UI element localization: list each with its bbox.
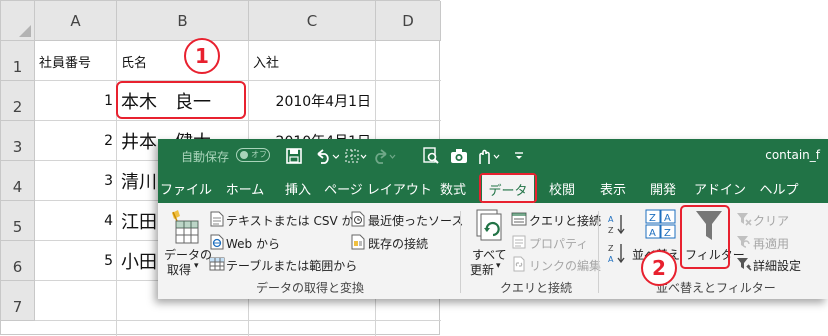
tab-addins[interactable]: アドイン — [694, 173, 746, 203]
sort-ascending-icon[interactable]: AZ — [608, 213, 626, 239]
cell-a1[interactable]: 社員番号 — [35, 41, 116, 81]
svg-text:A: A — [608, 255, 614, 264]
excel-ribbon-window: 自動保存 オフ contain_f ファイル ホーム 挿入 ページ レイアウト … — [158, 139, 828, 299]
row-header-6[interactable]: 6 — [1, 241, 35, 281]
svg-text:A: A — [649, 228, 656, 239]
edit-links-icon — [511, 256, 527, 276]
cell-a3[interactable]: 2 — [35, 121, 116, 161]
tab-view[interactable]: 表示 — [598, 173, 628, 203]
refresh-all-dropdown-icon[interactable]: ▾ — [496, 261, 501, 271]
existing-connections-button[interactable]: 既存の接続 — [368, 235, 428, 252]
redo-icon — [373, 147, 397, 165]
group-label-sort-filter: 並べ替えとフィルター — [656, 281, 776, 295]
autosave-label: 自動保存 — [181, 150, 230, 164]
print-preview-icon[interactable] — [422, 147, 440, 165]
tab-file[interactable]: ファイル — [160, 173, 212, 203]
group-separator — [598, 211, 599, 293]
sort-descending-icon[interactable]: ZA — [608, 242, 626, 268]
table-range-icon — [209, 256, 225, 276]
tab-help[interactable]: ヘルプ — [759, 173, 799, 203]
row-header-5[interactable]: 5 — [1, 201, 35, 241]
callout-badge-1: 1 — [184, 38, 220, 74]
highlight-tab-data — [479, 173, 537, 203]
from-web-button[interactable]: Web から — [226, 235, 280, 252]
save-icon[interactable] — [286, 147, 302, 165]
recent-sources-button[interactable]: 最近使ったソース — [368, 212, 463, 229]
refresh-all-label-2[interactable]: 更新 — [470, 261, 494, 278]
svg-text:Z: Z — [608, 244, 614, 253]
get-data-label-2[interactable]: 取得 — [167, 261, 191, 278]
svg-text:Z: Z — [649, 213, 656, 224]
document-title: contain_f — [765, 148, 820, 162]
text-csv-icon — [210, 211, 224, 231]
camera-icon[interactable] — [450, 147, 468, 165]
properties-button: プロパティ — [529, 237, 589, 251]
queries-connections-button[interactable]: クエリと接続 — [529, 212, 601, 229]
column-header-a[interactable]: A — [35, 1, 117, 41]
cell-b1[interactable]: 氏名 — [117, 41, 248, 81]
undo-icon[interactable] — [315, 147, 339, 165]
tab-developer[interactable]: 開発 — [648, 173, 678, 203]
cell-c1[interactable]: 入社 — [249, 41, 375, 81]
cell-a4[interactable]: 3 — [35, 161, 116, 201]
column-header-c[interactable]: C — [249, 1, 376, 41]
from-text-csv-button[interactable]: テキストまたは CSV から — [226, 212, 365, 229]
tab-insert[interactable]: 挿入 — [282, 173, 314, 203]
cell-a5[interactable]: 4 — [35, 201, 116, 241]
tab-page-layout[interactable]: ページ レイアウト — [324, 173, 432, 203]
svg-text:Z: Z — [664, 228, 671, 239]
advanced-filter-icon — [736, 256, 752, 276]
refresh-all-icon[interactable] — [475, 209, 505, 249]
edit-links-button: リンクの編集 — [529, 259, 602, 273]
from-table-range-button[interactable]: テーブルまたは範囲から — [226, 257, 357, 274]
row-header-4[interactable]: 4 — [1, 161, 35, 201]
svg-text:A: A — [664, 213, 671, 224]
svg-text:A: A — [608, 215, 614, 224]
tab-formulas[interactable]: 数式 — [438, 173, 468, 203]
column-header-d[interactable]: D — [376, 1, 441, 41]
borders-icon[interactable] — [345, 147, 367, 165]
column-header-b[interactable]: B — [117, 1, 249, 41]
properties-icon — [511, 234, 527, 254]
row-header-1[interactable]: 1 — [1, 41, 35, 81]
svg-text:Z: Z — [608, 226, 614, 235]
group-separator — [460, 211, 461, 293]
group-label-get-data: データの取得と変換 — [256, 281, 365, 295]
reapply-icon — [736, 234, 752, 254]
recent-sources-icon — [351, 211, 365, 231]
tab-home[interactable]: ホーム — [226, 173, 265, 203]
cell-a6[interactable]: 5 — [35, 241, 116, 281]
reapply-button: 再適用 — [753, 237, 790, 251]
row-header-2[interactable]: 2 — [1, 81, 35, 121]
clear-button: クリア — [753, 214, 790, 228]
autosave-toggle[interactable]: オフ — [236, 148, 270, 162]
group-label-queries: クエリと接続 — [500, 281, 573, 295]
web-icon — [210, 234, 224, 254]
cell-c2[interactable]: 2010年4月1日 — [249, 81, 375, 121]
cell-a2[interactable]: 1 — [35, 81, 116, 121]
title-bar: 自動保存 オフ contain_f — [158, 139, 828, 173]
tab-review[interactable]: 校閲 — [547, 173, 577, 203]
clear-filter-icon — [736, 211, 752, 231]
row-header-3[interactable]: 3 — [1, 121, 35, 161]
get-data-dropdown-icon[interactable]: ▾ — [194, 261, 199, 271]
select-all-corner[interactable] — [1, 1, 35, 41]
callout-badge-2: 2 — [641, 250, 677, 286]
advanced-button[interactable]: 詳細設定 — [753, 257, 801, 274]
autosave-toggle-label: オフ — [251, 150, 267, 159]
highlight-cell-b2 — [116, 81, 246, 119]
sort-dialog-icon[interactable]: ZAAZ — [645, 209, 677, 245]
get-data-icon[interactable] — [168, 209, 202, 249]
existing-connections-icon — [351, 234, 365, 254]
queries-connections-icon — [511, 211, 527, 231]
touch-mode-icon[interactable] — [476, 147, 502, 165]
customize-toolbar-icon[interactable] — [514, 147, 524, 165]
highlight-filter-button — [680, 205, 730, 269]
row-header-7[interactable]: 7 — [1, 281, 35, 321]
